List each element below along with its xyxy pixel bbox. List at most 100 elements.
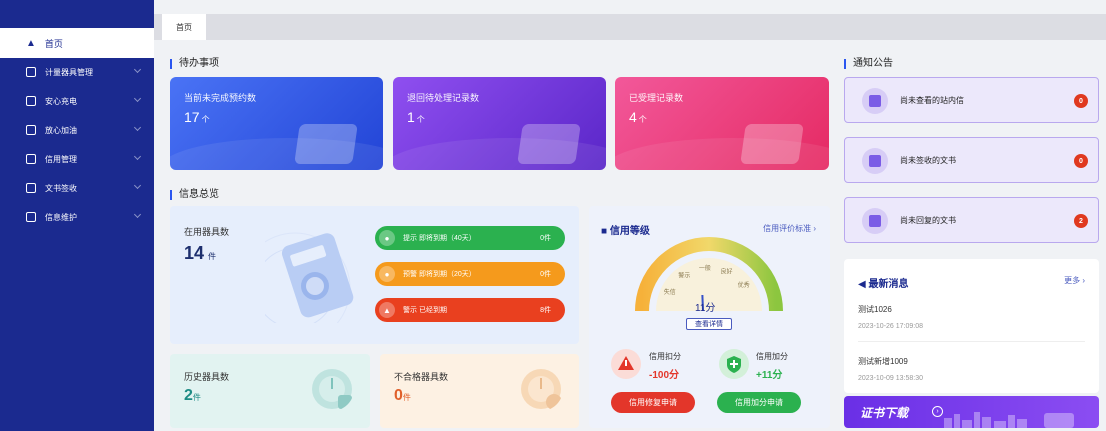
- document-icon: [26, 183, 36, 193]
- tab-home[interactable]: 首页: [162, 14, 206, 40]
- news-item-title[interactable]: 测试1026: [858, 304, 892, 315]
- arrow-right-circle-icon: ›: [932, 406, 943, 417]
- history-label: 历史器具数: [184, 372, 230, 382]
- sidebar-item-documents[interactable]: 文书签收: [0, 174, 154, 202]
- sidebar-item-label: 首页: [44, 38, 63, 49]
- document-sign-icon: [862, 148, 888, 174]
- history-gauge-icon: [312, 369, 352, 409]
- news-item-date: 2023-10-26 17:09:08: [858, 323, 923, 330]
- sidebar-item-info-maintenance[interactable]: 信息维护: [0, 203, 154, 231]
- chevron-down-icon: [133, 123, 142, 132]
- nonconforming-label: 不合格器具数: [394, 372, 449, 382]
- credit-add-button[interactable]: 信用加分申请: [717, 392, 801, 413]
- todo-card-returned-records[interactable]: 退回待处理记录数 1个: [393, 77, 606, 170]
- credit-deduct-value: -100分: [649, 370, 680, 381]
- credit-title: ■ 信用等级: [601, 226, 650, 237]
- chevron-down-icon: [133, 210, 142, 219]
- credit-add-value: +11分: [756, 370, 783, 381]
- todo-card-label: 已受理记录数: [629, 93, 684, 103]
- pill-label: 警示 已经到期: [403, 307, 447, 314]
- credit-detail-button[interactable]: 查看详情: [686, 318, 732, 330]
- credit-panel: ■ 信用等级 信用评价标准 › 失信 警示 一般 良好 优秀 11分 查看详情 信用扣分…: [589, 206, 830, 428]
- section-title-overview: 信息总览: [170, 190, 219, 200]
- warning-icon: ▲: [379, 302, 395, 318]
- todo-card-value: 17 个: [184, 109, 210, 125]
- pill-count: 0件: [540, 235, 551, 242]
- document-reply-icon: [862, 208, 888, 234]
- credit-standard-link[interactable]: 信用评价标准 ›: [763, 223, 816, 234]
- news-item-title[interactable]: 测试新增1009: [858, 356, 908, 367]
- notice-unreplied-documents[interactable]: 尚未回复的文书 2: [844, 197, 1099, 243]
- todo-card-value: 4个: [629, 109, 647, 125]
- sidebar-item-label: 信用管理: [45, 154, 77, 164]
- todo-card-pending-appointments[interactable]: 当前未完成预约数 17 个: [170, 77, 383, 170]
- gauge-label: 良好: [720, 268, 732, 276]
- sidebar-item-charging[interactable]: 安心充电: [0, 87, 154, 115]
- notice-unread-messages[interactable]: 尚未查看的站内信 0: [844, 77, 1099, 123]
- gauge-label: 一般: [699, 264, 711, 272]
- in-use-value: 14 件: [184, 243, 217, 263]
- notice-unsigned-documents[interactable]: 尚未签收的文书 0: [844, 137, 1099, 183]
- todo-card-label: 当前未完成预约数: [184, 93, 257, 103]
- notice-count-badge: 2: [1074, 214, 1088, 228]
- calendar-icon: [294, 124, 358, 164]
- sidebar-item-meter-management[interactable]: 计量器具管理: [0, 58, 154, 86]
- in-use-label: 在用器具数: [184, 227, 230, 237]
- credit-deduct-label: 信用扣分: [649, 352, 681, 361]
- tab-bar: 首页: [154, 14, 1106, 40]
- return-icon: [517, 124, 581, 164]
- sidebar-item-label: 文书签收: [45, 183, 77, 193]
- fuel-icon: [26, 125, 36, 135]
- chevron-down-icon: [133, 94, 142, 103]
- pill-label: 提示 即将到期（40天）: [403, 235, 476, 242]
- expiry-alert-expired[interactable]: ▲ 警示 已经到期 8件: [375, 298, 565, 322]
- expiry-notice-40-days[interactable]: ● 提示 即将到期（40天） 0件: [375, 226, 565, 250]
- gauge-label: 警示: [678, 272, 690, 280]
- news-title: ◀ 最新消息: [858, 279, 909, 290]
- notice-label: 尚未签收的文书: [900, 156, 956, 165]
- notice-label: 尚未查看的站内信: [900, 96, 964, 105]
- chevron-down-icon: [133, 65, 142, 74]
- chevron-down-icon: [133, 152, 142, 161]
- nonconforming-panel: 不合格器具数 0件: [380, 354, 579, 428]
- sidebar-item-fuel[interactable]: 放心加油: [0, 116, 154, 144]
- credit-add-label: 信用加分: [756, 352, 788, 361]
- chevron-down-icon: [133, 181, 142, 190]
- notice-count-badge: 0: [1074, 154, 1088, 168]
- expiry-warning-20-days[interactable]: ● 预警 即将到期（20天） 0件: [375, 262, 565, 286]
- shield-icon: [26, 154, 36, 164]
- sidebar-item-label: 安心充电: [45, 96, 77, 106]
- section-title-todo: 待办事项: [170, 59, 219, 69]
- notice-count-badge: 0: [1074, 94, 1088, 108]
- pill-count: 8件: [540, 307, 551, 314]
- nonconforming-value: 0件: [394, 387, 411, 404]
- home-icon: ▲: [26, 37, 36, 49]
- download-label: 证书下载: [860, 406, 909, 420]
- history-panel: 历史器具数 2件: [170, 354, 370, 428]
- mail-icon: [862, 88, 888, 114]
- charger-icon: [26, 96, 36, 106]
- certificate-download-banner[interactable]: 证书下载 ›: [844, 396, 1099, 428]
- alarm-icon: ●: [379, 266, 395, 282]
- todo-card-accepted-records[interactable]: 已受理记录数 4个: [615, 77, 829, 170]
- nonconforming-gauge-icon: [521, 369, 562, 410]
- credit-repair-button[interactable]: 信用修复申请: [611, 392, 695, 413]
- gauge-label: 失信: [664, 288, 676, 296]
- sidebar-logo-area: [0, 0, 154, 28]
- pill-count: 0件: [540, 271, 551, 278]
- history-value: 2件: [184, 387, 201, 404]
- news-item-date: 2023-10-09 13:58:30: [858, 375, 923, 382]
- city-skyline-decoration: [944, 412, 1074, 428]
- section-title-notice: 通知公告: [844, 59, 893, 69]
- todo-card-label: 退回待处理记录数: [407, 93, 480, 103]
- credit-score: 11分: [695, 303, 716, 314]
- news-more-link[interactable]: 更多 ›: [1064, 275, 1085, 286]
- sidebar-item-label: 计量器具管理: [45, 67, 93, 77]
- sidebar-item-credit[interactable]: 信用管理: [0, 145, 154, 173]
- meter-device-icon: [265, 232, 354, 323]
- sidebar-item-home[interactable]: ▲ 首页: [0, 28, 154, 58]
- in-use-panel: 在用器具数 14 件 ● 提示 即将到期（40天） 0件 ● 预警 即将到期（20…: [170, 206, 579, 344]
- sidebar-item-label: 信息维护: [45, 212, 77, 222]
- todo-card-value: 1个: [407, 109, 425, 125]
- folder-icon: [740, 124, 804, 164]
